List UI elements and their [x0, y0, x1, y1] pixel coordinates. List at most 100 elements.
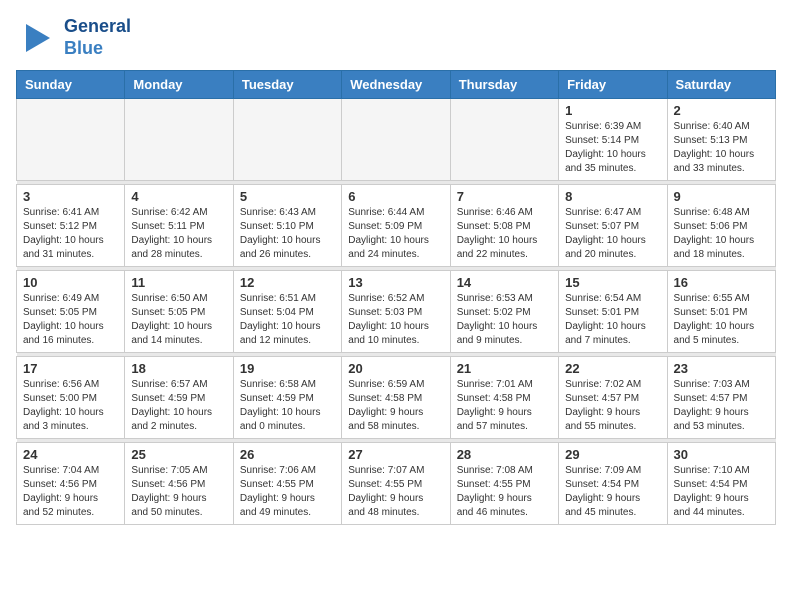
calendar-cell: 24 Sunrise: 7:04 AM Sunset: 4:56 PM Dayli…: [17, 443, 125, 525]
calendar-cell: 25Sunrise: 7:05 AM Sunset: 4:56 PM Dayli…: [125, 443, 233, 525]
calendar-cell: 21Sunrise: 7:01 AM Sunset: 4:58 PM Dayli…: [450, 357, 558, 439]
day-info: Sunrise: 7:05 AM Sunset: 4:56 PM Dayligh…: [131, 464, 226, 520]
day-info: Sunrise: 6:44 AM Sunset: 5:09 PM Dayligh…: [348, 206, 443, 262]
calendar-cell: [233, 99, 341, 181]
calendar-cell: 12 Sunrise: 6:51 AM Sunset: 5:04 PM Dayli…: [233, 271, 341, 353]
weekday-header-friday: Friday: [559, 71, 667, 99]
day-number: 2: [674, 103, 769, 118]
week-row-5: 24 Sunrise: 7:04 AM Sunset: 4:56 PM Dayli…: [17, 443, 776, 525]
calendar-cell: [17, 99, 125, 181]
calendar-cell: 30Sunrise: 7:10 AM Sunset: 4:54 PM Dayli…: [667, 443, 775, 525]
day-info: Sunrise: 6:43 AM Sunset: 5:10 PM Dayligh…: [240, 206, 335, 262]
day-info: Sunrise: 7:04 AM Sunset: 4:56 PM Dayligh…: [23, 464, 118, 520]
day-number: 7: [457, 189, 552, 204]
calendar-cell: 7 Sunrise: 6:46 AM Sunset: 5:08 PM Daylig…: [450, 185, 558, 267]
day-number: 6: [348, 189, 443, 204]
calendar-cell: 8 Sunrise: 6:47 AM Sunset: 5:07 PM Daylig…: [559, 185, 667, 267]
calendar-cell: 26 Sunrise: 7:06 AM Sunset: 4:55 PM Dayli…: [233, 443, 341, 525]
day-number: 5: [240, 189, 335, 204]
day-number: 4: [131, 189, 226, 204]
day-info: Sunrise: 6:53 AM Sunset: 5:02 PM Dayligh…: [457, 292, 552, 348]
day-info: Sunrise: 7:03 AM Sunset: 4:57 PM Dayligh…: [674, 378, 769, 434]
weekday-header-row: SundayMondayTuesdayWednesdayThursdayFrid…: [17, 71, 776, 99]
calendar-cell: 11 Sunrise: 6:50 AM Sunset: 5:05 PM Dayli…: [125, 271, 233, 353]
day-number: 27: [348, 447, 443, 462]
day-number: 12: [240, 275, 335, 290]
day-number: 11: [131, 275, 226, 290]
day-info: Sunrise: 7:10 AM Sunset: 4:54 PM Dayligh…: [674, 464, 769, 520]
weekday-header-sunday: Sunday: [17, 71, 125, 99]
day-info: Sunrise: 6:41 AM Sunset: 5:12 PM Dayligh…: [23, 206, 118, 262]
day-info: Sunrise: 6:54 AM Sunset: 5:01 PM Dayligh…: [565, 292, 660, 348]
calendar-cell: [450, 99, 558, 181]
calendar-cell: 17 Sunrise: 6:56 AM Sunset: 5:00 PM Dayli…: [17, 357, 125, 439]
day-info: Sunrise: 6:59 AM Sunset: 4:58 PM Dayligh…: [348, 378, 443, 434]
week-row-2: 3 Sunrise: 6:41 AM Sunset: 5:12 PM Daylig…: [17, 185, 776, 267]
day-number: 24: [23, 447, 118, 462]
weekday-header-monday: Monday: [125, 71, 233, 99]
calendar-cell: 18 Sunrise: 6:57 AM Sunset: 4:59 PM Dayli…: [125, 357, 233, 439]
day-number: 10: [23, 275, 118, 290]
day-info: Sunrise: 6:58 AM Sunset: 4:59 PM Dayligh…: [240, 378, 335, 434]
day-number: 28: [457, 447, 552, 462]
day-number: 22: [565, 361, 660, 376]
day-info: Sunrise: 6:50 AM Sunset: 5:05 PM Dayligh…: [131, 292, 226, 348]
calendar-cell: 29 Sunrise: 7:09 AM Sunset: 4:54 PM Dayli…: [559, 443, 667, 525]
calendar-cell: 15 Sunrise: 6:54 AM Sunset: 5:01 PM Dayli…: [559, 271, 667, 353]
day-info: Sunrise: 6:46 AM Sunset: 5:08 PM Dayligh…: [457, 206, 552, 262]
day-number: 19: [240, 361, 335, 376]
logo: GeneralBlue: [16, 16, 131, 60]
calendar-cell: 2 Sunrise: 6:40 AM Sunset: 5:13 PM Daylig…: [667, 99, 775, 181]
week-row-4: 17 Sunrise: 6:56 AM Sunset: 5:00 PM Dayli…: [17, 357, 776, 439]
weekday-header-thursday: Thursday: [450, 71, 558, 99]
day-info: Sunrise: 7:09 AM Sunset: 4:54 PM Dayligh…: [565, 464, 660, 520]
day-number: 9: [674, 189, 769, 204]
calendar-cell: 16Sunrise: 6:55 AM Sunset: 5:01 PM Dayli…: [667, 271, 775, 353]
day-info: Sunrise: 7:02 AM Sunset: 4:57 PM Dayligh…: [565, 378, 660, 434]
day-info: Sunrise: 7:08 AM Sunset: 4:55 PM Dayligh…: [457, 464, 552, 520]
calendar-cell: 6 Sunrise: 6:44 AM Sunset: 5:09 PM Daylig…: [342, 185, 450, 267]
logo-name-line2: Blue: [64, 38, 131, 60]
day-number: 8: [565, 189, 660, 204]
day-number: 15: [565, 275, 660, 290]
day-info: Sunrise: 7:07 AM Sunset: 4:55 PM Dayligh…: [348, 464, 443, 520]
day-info: Sunrise: 7:06 AM Sunset: 4:55 PM Dayligh…: [240, 464, 335, 520]
calendar-cell: 28 Sunrise: 7:08 AM Sunset: 4:55 PM Dayli…: [450, 443, 558, 525]
calendar-cell: 5 Sunrise: 6:43 AM Sunset: 5:10 PM Daylig…: [233, 185, 341, 267]
calendar: SundayMondayTuesdayWednesdayThursdayFrid…: [16, 70, 776, 525]
weekday-header-wednesday: Wednesday: [342, 71, 450, 99]
day-info: Sunrise: 6:57 AM Sunset: 4:59 PM Dayligh…: [131, 378, 226, 434]
day-info: Sunrise: 6:48 AM Sunset: 5:06 PM Dayligh…: [674, 206, 769, 262]
calendar-cell: [342, 99, 450, 181]
day-info: Sunrise: 6:56 AM Sunset: 5:00 PM Dayligh…: [23, 378, 118, 434]
day-number: 17: [23, 361, 118, 376]
day-number: 14: [457, 275, 552, 290]
day-number: 16: [674, 275, 769, 290]
day-info: Sunrise: 6:47 AM Sunset: 5:07 PM Dayligh…: [565, 206, 660, 262]
day-info: Sunrise: 6:42 AM Sunset: 5:11 PM Dayligh…: [131, 206, 226, 262]
calendar-cell: 1Sunrise: 6:39 AM Sunset: 5:14 PM Daylig…: [559, 99, 667, 181]
day-number: 1: [565, 103, 660, 118]
day-info: Sunrise: 6:40 AM Sunset: 5:13 PM Dayligh…: [674, 120, 769, 176]
day-number: 29: [565, 447, 660, 462]
weekday-header-tuesday: Tuesday: [233, 71, 341, 99]
logo-name-line1: General: [64, 16, 131, 38]
calendar-cell: 22 Sunrise: 7:02 AM Sunset: 4:57 PM Dayli…: [559, 357, 667, 439]
logo-svg: [16, 16, 60, 60]
day-number: 18: [131, 361, 226, 376]
day-number: 23: [674, 361, 769, 376]
calendar-cell: 10Sunrise: 6:49 AM Sunset: 5:05 PM Dayli…: [17, 271, 125, 353]
calendar-cell: [125, 99, 233, 181]
day-number: 26: [240, 447, 335, 462]
day-number: 3: [23, 189, 118, 204]
week-row-3: 10Sunrise: 6:49 AM Sunset: 5:05 PM Dayli…: [17, 271, 776, 353]
calendar-cell: 19 Sunrise: 6:58 AM Sunset: 4:59 PM Dayli…: [233, 357, 341, 439]
calendar-cell: 23 Sunrise: 7:03 AM Sunset: 4:57 PM Dayli…: [667, 357, 775, 439]
week-row-1: 1Sunrise: 6:39 AM Sunset: 5:14 PM Daylig…: [17, 99, 776, 181]
weekday-header-saturday: Saturday: [667, 71, 775, 99]
calendar-cell: 9 Sunrise: 6:48 AM Sunset: 5:06 PM Daylig…: [667, 185, 775, 267]
day-info: Sunrise: 6:51 AM Sunset: 5:04 PM Dayligh…: [240, 292, 335, 348]
calendar-cell: 14 Sunrise: 6:53 AM Sunset: 5:02 PM Dayli…: [450, 271, 558, 353]
day-number: 13: [348, 275, 443, 290]
day-number: 20: [348, 361, 443, 376]
